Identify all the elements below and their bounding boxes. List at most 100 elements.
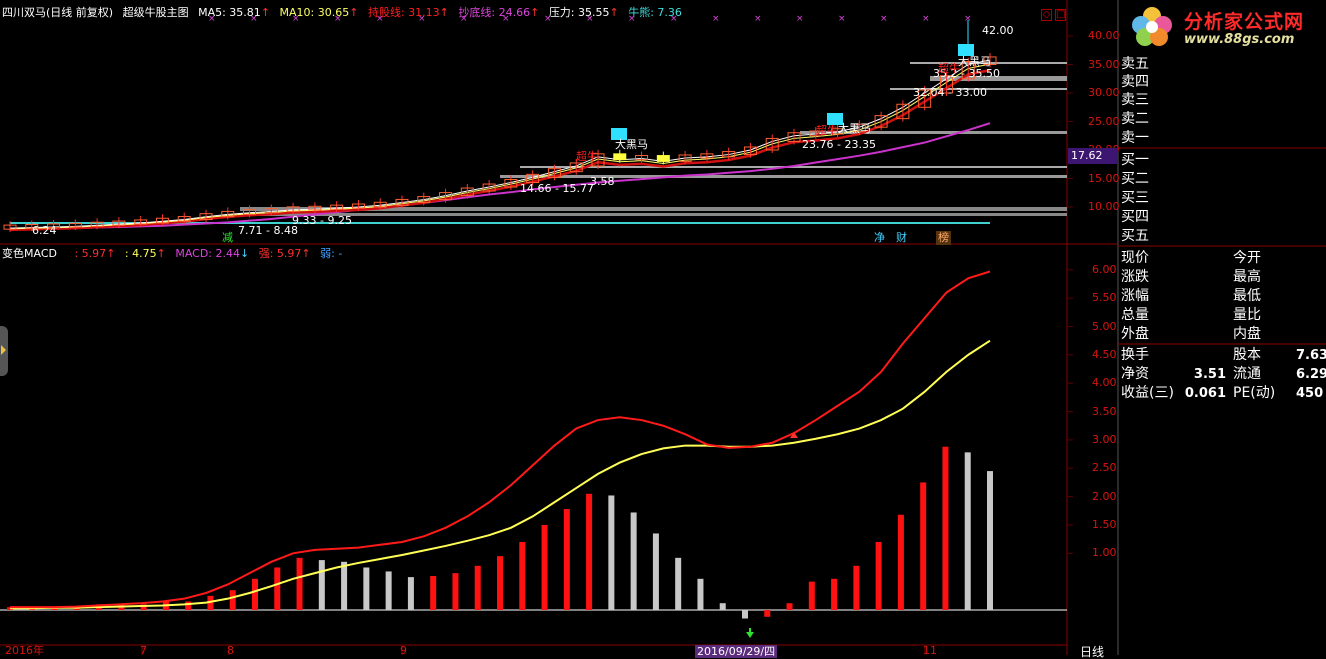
macd-axis-label: 5.00: [1092, 319, 1117, 333]
macd-bar: [541, 524, 548, 610]
finance-badge[interactable]: 财: [894, 231, 909, 245]
range-label-5: 3.58: [590, 175, 615, 188]
macd-down-arrow: ↓: [240, 247, 250, 260]
macd-bar: [831, 578, 838, 610]
cursor-date-marker: 2016/09/29/四: [695, 645, 778, 658]
pressure-x-mark: ×: [796, 14, 804, 24]
macd-strong-arrow: ↑: [301, 247, 311, 260]
quote-label: 今开: [1233, 250, 1261, 266]
range-label-3: 23.76 - 23.35: [802, 138, 876, 151]
pressure-x-mark: ×: [208, 14, 216, 24]
macd-bar: [185, 601, 192, 610]
macd-axis-label: 6.00: [1092, 262, 1117, 276]
candle-body: [656, 155, 670, 162]
macd-axis-label: 4.00: [1092, 376, 1117, 390]
sell-1: 卖一: [1121, 130, 1149, 146]
macd-value: MACD: 2.44: [175, 247, 240, 260]
period-label[interactable]: 日线: [1080, 645, 1104, 659]
macd-bar: [608, 495, 615, 610]
macd-bar: [586, 493, 593, 610]
buy-3: 买三: [1121, 190, 1149, 206]
macd-title[interactable]: 变色MACD: [2, 247, 57, 260]
buy-2: 买二: [1121, 171, 1149, 187]
macd-dea-arrow: ↑: [156, 247, 166, 260]
macd-dea-value: : 4.75: [124, 247, 157, 260]
stat-value: 450: [1296, 386, 1324, 401]
macd-histogram: [7, 446, 993, 619]
logo-title: 分析家公式网: [1184, 11, 1305, 33]
quote-label: 涨幅: [1121, 288, 1149, 304]
pressure-x-mark: ×: [628, 14, 636, 24]
price-axis-label: 15.00: [1088, 171, 1120, 185]
macd-bar: [630, 512, 637, 610]
macd-strong-value: 强: 5.97: [258, 247, 302, 260]
pressure-x-mark: ×: [334, 14, 342, 24]
macd-bar: [853, 565, 860, 610]
side-panel-handle[interactable]: [0, 326, 8, 376]
price-grid: [1067, 35, 1073, 208]
time-label: 7: [140, 644, 147, 657]
pressure-x-mark: ×: [544, 14, 552, 24]
stat-value: 0.061: [1184, 386, 1226, 401]
stat-value: 6.29: [1296, 367, 1326, 382]
time-label: 2016年: [5, 644, 44, 657]
macd-grid: [1067, 269, 1073, 554]
reduce-badge[interactable]: 减: [220, 231, 235, 245]
logo-url[interactable]: www.88gs.com: [1184, 32, 1294, 47]
buy-5: 买五: [1121, 228, 1149, 244]
price-axis-label: 30.00: [1088, 86, 1120, 99]
range-label-2: 32.04 - 33.00: [913, 86, 987, 99]
macd-bar: [430, 575, 437, 610]
pressure-x-mark: ×: [586, 14, 594, 24]
current-price-tag: 17.62: [1068, 148, 1118, 164]
stat-label: PE(动): [1233, 385, 1276, 401]
quote-label: 外盘: [1121, 326, 1149, 342]
macd-bar: [875, 541, 882, 610]
resistance-bar: [240, 213, 1067, 216]
macd-bar: [675, 557, 682, 610]
macd-bar: [474, 565, 481, 610]
macd-axis-label: 1.50: [1092, 517, 1117, 531]
macd-bar: [519, 541, 526, 610]
x-marks: × × × × × × × × × × × × × × × × × × ×: [208, 14, 972, 24]
macd-bar: [497, 556, 503, 610]
range-label-4: 14.66 - 15.77: [520, 182, 594, 195]
stat-label: 流通: [1233, 366, 1261, 382]
pressure-x-mark: ×: [418, 14, 426, 24]
price-axis-label: 10.00: [1088, 200, 1120, 213]
resistance-bar: [500, 175, 1067, 178]
stat-label: 股本: [1233, 347, 1261, 363]
candle-body: [613, 153, 627, 161]
stat-label: 换手: [1121, 347, 1149, 363]
net-badge[interactable]: 净: [872, 231, 887, 245]
signal-super-bull: 超牛: [938, 62, 960, 75]
pressure-x-mark: ×: [502, 14, 510, 24]
price-axis-label: 25.00: [1088, 114, 1120, 128]
macd-bar: [452, 573, 459, 610]
pressure-x-mark: ×: [376, 14, 384, 24]
macd-bar: [964, 452, 971, 610]
quote-label: 最低: [1233, 288, 1261, 304]
signal-super-bull: 超牛: [576, 150, 598, 163]
macd-bar: [363, 567, 370, 610]
macd-bar: [697, 578, 704, 610]
logo-flower-icon: [1128, 4, 1176, 48]
signal-dark-horse: 大黑马: [838, 122, 871, 135]
signal-super-bull: 超牛: [816, 124, 838, 137]
quote-label: 量比: [1233, 307, 1261, 323]
quote-label: 内盘: [1233, 326, 1261, 342]
macd-axis-label: 5.50: [1092, 291, 1117, 305]
stat-label: 收益(三): [1121, 385, 1174, 401]
time-label: 9: [400, 644, 407, 657]
time-label: 8: [227, 644, 234, 657]
signal-dark-horse: 大黑马: [615, 138, 648, 151]
macd-weak-value: 弱: -: [320, 247, 343, 260]
macd-bar: [385, 571, 392, 610]
quote-label: 涨跌: [1121, 269, 1149, 285]
pressure-x-mark: ×: [754, 14, 762, 24]
macd-axis-label: 2.50: [1092, 461, 1117, 475]
macd-bar: [296, 557, 303, 610]
pressure-x-mark: ×: [964, 14, 972, 24]
low-range-label-2: 9.33 - 9.25: [292, 214, 352, 227]
rank-badge[interactable]: 榜: [936, 231, 951, 245]
